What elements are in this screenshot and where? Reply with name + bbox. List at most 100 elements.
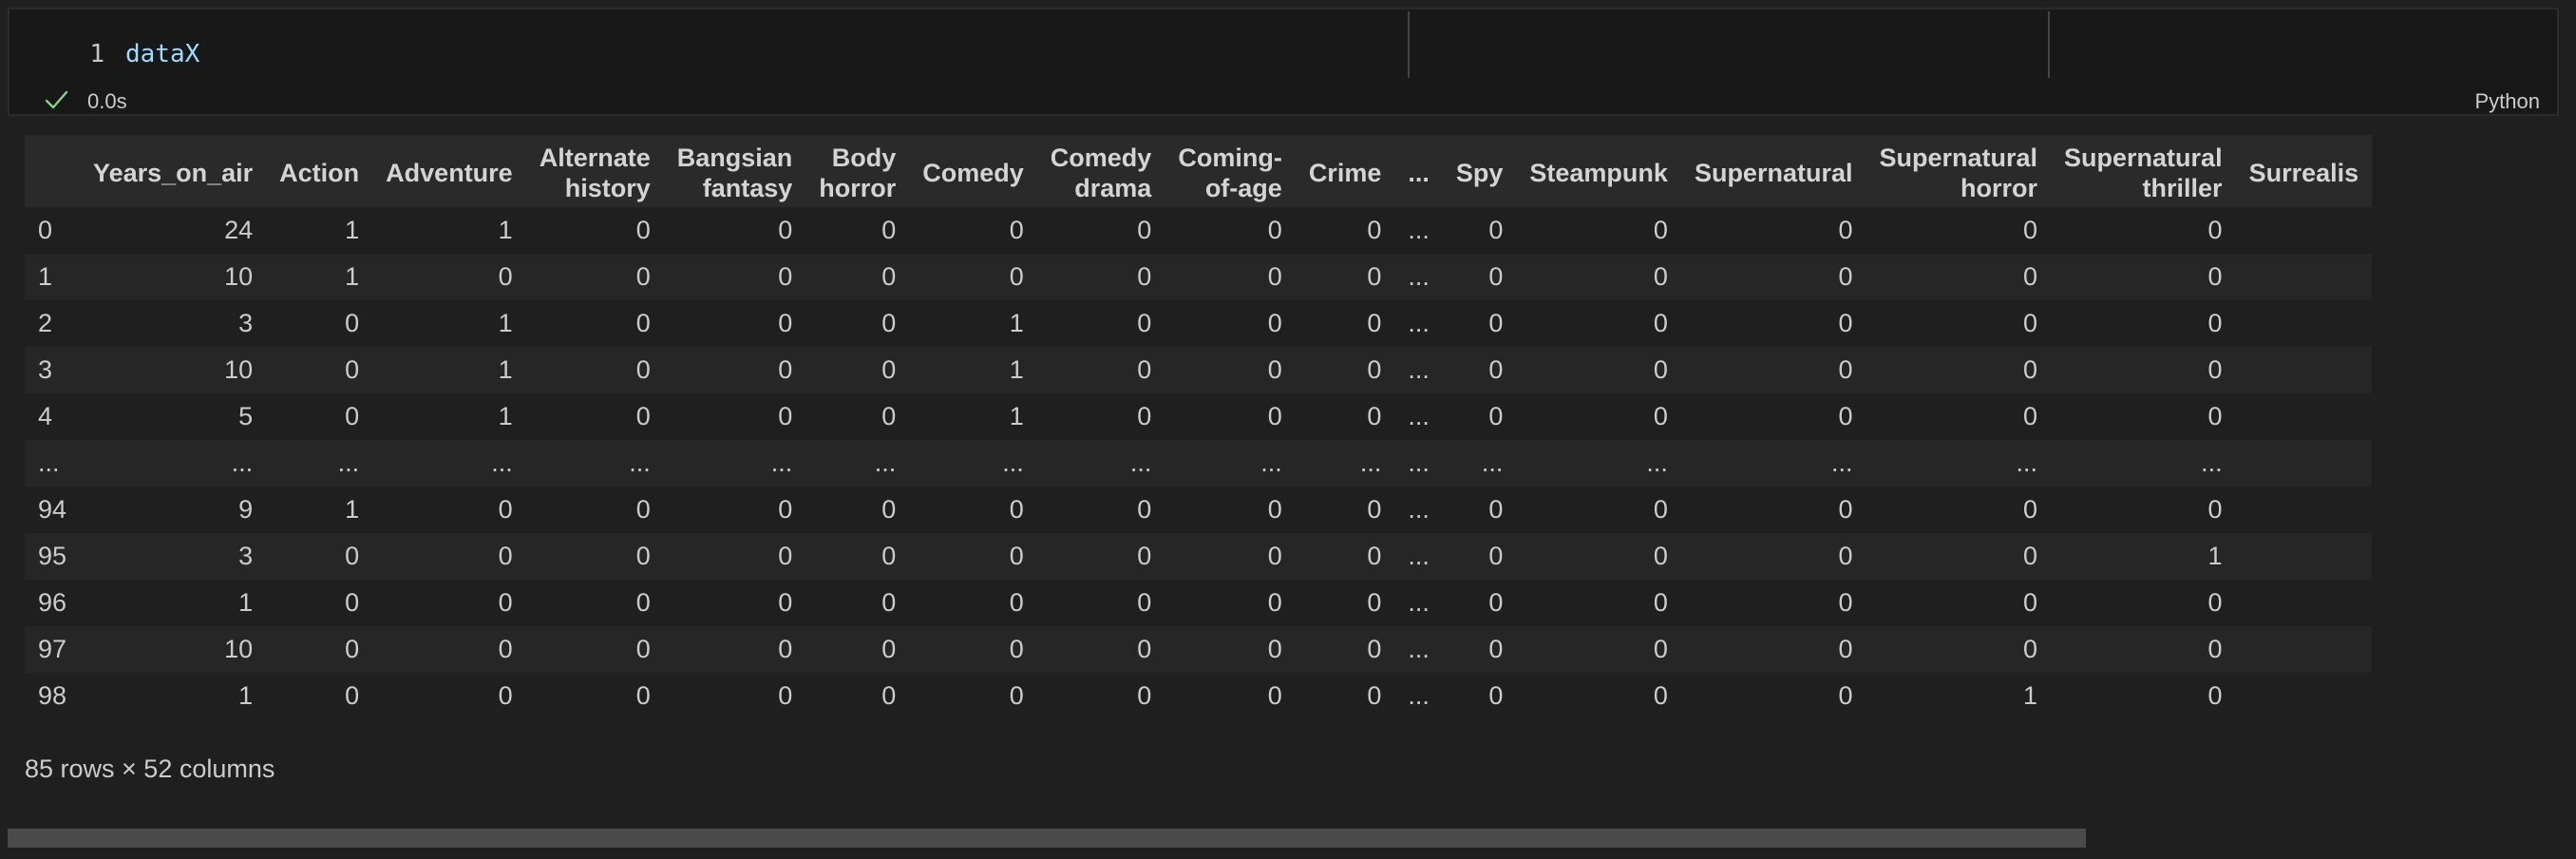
table-cell: 0 [1165, 393, 1296, 440]
table-cell: 0 [663, 207, 806, 254]
code-cell[interactable]: 1 dataX 0.0s Python [8, 8, 2559, 116]
editor-divider [2048, 11, 2050, 78]
table-row: 98 1 0 0 0 0 0 0 0 0 0... 0 0 0 1 0 [25, 673, 2373, 719]
table-cell: 10 [80, 347, 267, 393]
table-row: ........................................… [25, 440, 2373, 487]
table-cell: ... [1295, 440, 1395, 487]
table-cell: 0 [525, 347, 664, 393]
table-cell: 10 [80, 254, 267, 300]
table-cell: 0 [1516, 626, 1681, 673]
table-cell: 0 [1165, 626, 1296, 673]
table-cell: 0 [909, 626, 1037, 673]
table-cell: 0 [1866, 580, 2052, 626]
row-index: ... [25, 440, 81, 487]
table-cell [2235, 580, 2373, 626]
language-label[interactable]: Python [2475, 89, 2541, 114]
table-cell: 0 [266, 533, 373, 580]
column-header: Bangsian fantasy [663, 135, 806, 207]
table-cell: 0 [1516, 673, 1681, 719]
table-cell: 0 [525, 673, 664, 719]
table-cell: 0 [1442, 207, 1517, 254]
table-cell: ... [525, 440, 664, 487]
table-cell: 0 [805, 580, 910, 626]
table-cell: 3 [80, 533, 267, 580]
table-cell: 1 [372, 393, 526, 440]
dataframe-table: Years_on_air Action Adventure Alternate his… [25, 135, 2373, 719]
execution-time: 0.0s [87, 89, 127, 113]
table-cell: 24 [80, 207, 267, 254]
column-header: Adventure [372, 135, 526, 207]
table-cell: 0 [525, 393, 664, 440]
table-cell: 0 [1036, 300, 1165, 347]
table-row: 95 3 0 0 0 0 0 0 0 0 0... 0 0 0 0 1 [25, 533, 2373, 580]
table-cell: 0 [909, 487, 1037, 533]
line-number: 1 [89, 40, 104, 68]
table-cell: 0 [1165, 673, 1296, 719]
table-cell: 9 [80, 487, 267, 533]
row-index: 97 [25, 626, 81, 673]
table-cell: 0 [1036, 207, 1165, 254]
table-cell: 0 [1680, 533, 1866, 580]
row-index: 0 [25, 207, 81, 254]
code-text[interactable]: dataX [125, 40, 199, 68]
table-cell: 1 [909, 347, 1037, 393]
table-cell: 0 [525, 533, 664, 580]
table-cell: ... [1036, 440, 1165, 487]
table-cell: 0 [663, 673, 806, 719]
index-header [25, 135, 81, 207]
row-index: 94 [25, 487, 81, 533]
table-cell: 0 [1516, 533, 1681, 580]
table-cell: 0 [1036, 347, 1165, 393]
table-cell: 1 [80, 580, 267, 626]
table-cell: 0 [1442, 487, 1517, 533]
table-cell: 0 [2051, 580, 2236, 626]
column-header: Coming- of-age [1165, 135, 1296, 207]
table-cell: 0 [2051, 347, 2236, 393]
table-cell: 0 [1442, 673, 1517, 719]
table-cell: 0 [1516, 207, 1681, 254]
table-cell: 1 [266, 487, 373, 533]
row-index: 98 [25, 673, 81, 719]
table-cell: 0 [1516, 347, 1681, 393]
table-cell: 0 [663, 626, 806, 673]
cell-editor[interactable]: 1 dataX [9, 10, 2557, 84]
table-cell: 1 [2051, 533, 2236, 580]
table-row: 2 3 0 1 0 0 0 1 0 0 0... 0 0 0 0 0 [25, 300, 2373, 347]
table-cell: 1 [80, 673, 267, 719]
horizontal-scrollbar[interactable] [8, 829, 2086, 848]
table-cell: 0 [663, 393, 806, 440]
column-header: Action [266, 135, 373, 207]
table-cell: ... [909, 440, 1037, 487]
table-cell: 0 [805, 533, 910, 580]
table-cell: 0 [1036, 673, 1165, 719]
table-cell: 0 [663, 347, 806, 393]
table-cell [2235, 207, 2373, 254]
table-cell [2235, 347, 2373, 393]
table-cell: 0 [525, 207, 664, 254]
table-cell: 0 [266, 300, 373, 347]
table-cell: 0 [2051, 673, 2236, 719]
column-header: Supernatural thriller [2051, 135, 2236, 207]
table-cell: 1 [372, 300, 526, 347]
column-header: Supernatural [1680, 135, 1866, 207]
table-cell: 0 [1036, 393, 1165, 440]
dataframe-shape: 85 rows × 52 columns [25, 754, 275, 783]
table-cell: ... [1516, 440, 1681, 487]
table-cell: 1 [1866, 673, 2052, 719]
table-cell: ... [372, 440, 526, 487]
table-cell: 0 [1295, 254, 1395, 300]
table-cell: 1 [909, 300, 1037, 347]
table-cell: 0 [2051, 626, 2236, 673]
table-cell: 0 [266, 347, 373, 393]
column-header: Years_on_air [80, 135, 267, 207]
table-cell: 0 [663, 254, 806, 300]
table-cell: ... [805, 440, 910, 487]
table-cell: 0 [805, 393, 910, 440]
table-cell: 0 [2051, 300, 2236, 347]
table-cell: 0 [1442, 347, 1517, 393]
table-cell: 0 [1036, 487, 1165, 533]
table-cell [2235, 440, 2373, 487]
notebook-page: 1 dataX 0.0s Python Years_on_air Action Ad… [0, 0, 2576, 859]
row-index: 95 [25, 533, 81, 580]
table-cell: 0 [1866, 254, 2052, 300]
